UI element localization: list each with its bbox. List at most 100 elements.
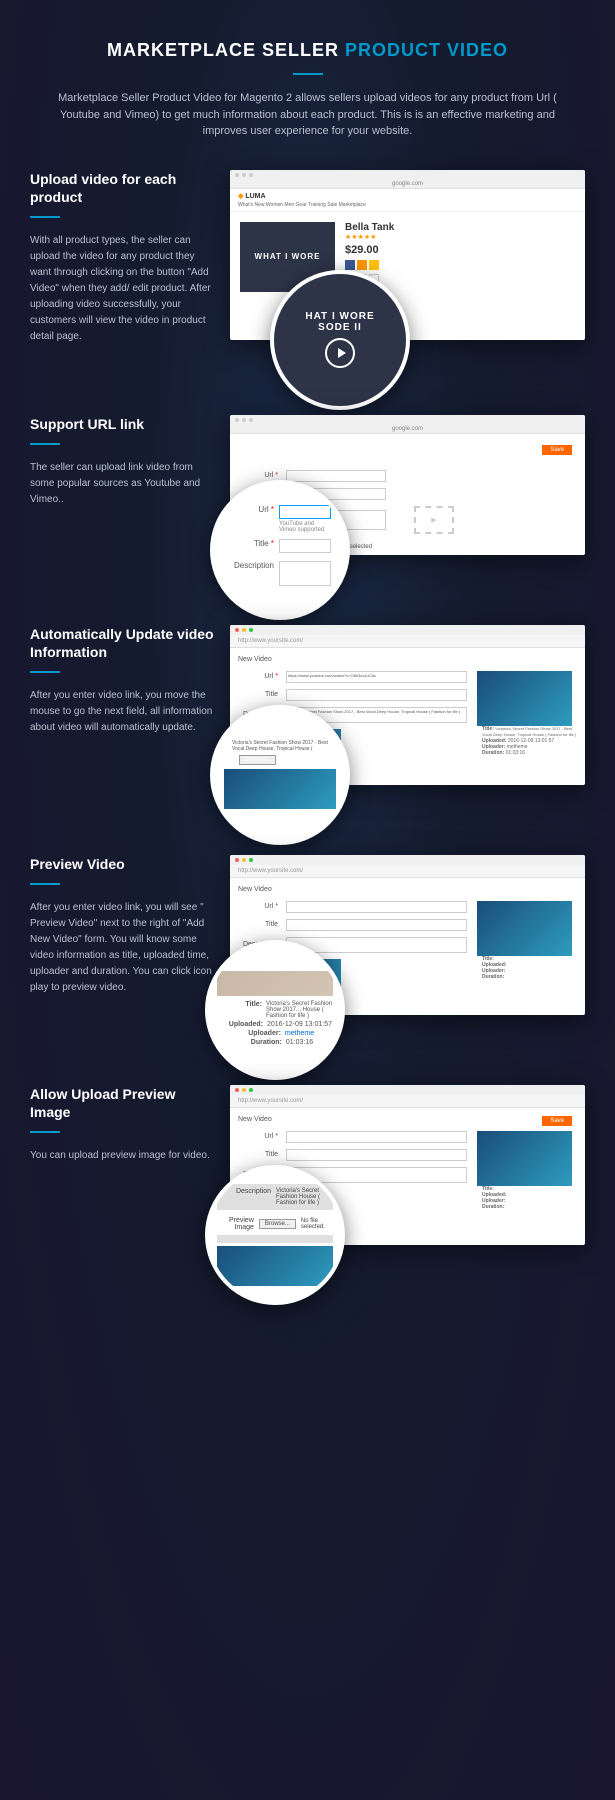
page-title: MARKETPLACE SELLER PRODUCT VIDEO bbox=[30, 40, 585, 61]
section-desc: After you enter video link, you move the… bbox=[30, 688, 215, 736]
feature-section: Allow Upload Preview Image You can uploa… bbox=[30, 1085, 585, 1245]
divider-icon bbox=[30, 443, 60, 445]
title-input[interactable] bbox=[286, 1149, 467, 1161]
product-name: Bella Tank bbox=[345, 222, 575, 233]
browser-bar bbox=[230, 415, 585, 425]
intro-text: Marketplace Seller Product Video for Mag… bbox=[30, 90, 585, 140]
file-status: No file selected. bbox=[301, 1218, 329, 1230]
url-input[interactable] bbox=[279, 505, 331, 519]
overlay-text: HAT I WORE bbox=[305, 311, 374, 322]
url-bar: http://www.yoursite.com/ bbox=[230, 635, 585, 648]
section-title: Upload video for each product bbox=[30, 170, 215, 206]
url-input[interactable] bbox=[286, 470, 386, 482]
video-meta: Title: Uploaded: Uploader: Duration: bbox=[477, 956, 577, 980]
divider-icon bbox=[30, 883, 60, 885]
video-preview[interactable] bbox=[477, 671, 572, 726]
section-title: Preview Video bbox=[30, 855, 215, 873]
preview-thumb bbox=[217, 1246, 333, 1286]
title-input[interactable] bbox=[286, 689, 467, 701]
url-input[interactable] bbox=[286, 1131, 467, 1143]
feature-section: Preview Video After you enter video link… bbox=[30, 855, 585, 1015]
meta-value: metheme bbox=[285, 1030, 314, 1037]
section-title: Allow Upload Preview Image bbox=[30, 1085, 215, 1121]
divider-icon bbox=[293, 73, 323, 75]
preview-thumb bbox=[217, 971, 333, 996]
url-bar: google.com bbox=[230, 425, 585, 434]
nav-menu: What's New Women Men Gear Training Sale … bbox=[238, 202, 577, 208]
form-label: Description bbox=[221, 1188, 271, 1206]
meta-label: Title: bbox=[217, 1001, 262, 1019]
form-label: Description bbox=[229, 561, 274, 570]
section-title: Support URL link bbox=[30, 415, 215, 433]
url-input[interactable] bbox=[286, 901, 467, 913]
browse-button[interactable]: Browse... bbox=[259, 1219, 296, 1229]
video-preview[interactable] bbox=[477, 1131, 572, 1186]
logo-icon: ◆ bbox=[238, 193, 243, 200]
overlay-text: SODE II bbox=[318, 322, 362, 333]
page-heading: New Video bbox=[238, 1116, 577, 1123]
zoom-circle: Victoria's Secret Fashion Show 2017 - Be… bbox=[210, 705, 350, 845]
section-title: Automatically Update video Information bbox=[30, 625, 215, 661]
form-label: Url * bbox=[238, 472, 278, 479]
star-rating-icon: ★★★★★ bbox=[345, 233, 575, 241]
url-bar: http://www.yoursite.com/ bbox=[230, 865, 585, 878]
product-price: $29.00 bbox=[345, 244, 575, 256]
title-part1: MARKETPLACE SELLER bbox=[107, 40, 339, 60]
form-label: Url * bbox=[238, 903, 278, 910]
meta-label: Duration: bbox=[237, 1039, 282, 1046]
save-button[interactable]: Save bbox=[542, 1116, 572, 1126]
feature-section: Support URL link The seller can upload l… bbox=[30, 415, 585, 555]
form-label: Title bbox=[238, 921, 278, 928]
form-label: Url * bbox=[238, 673, 278, 680]
section-desc: With all product types, the seller can u… bbox=[30, 233, 215, 345]
save-button[interactable]: Save bbox=[542, 445, 572, 455]
store-navbar: ◆ LUMA What's New Women Men Gear Trainin… bbox=[230, 189, 585, 212]
feature-section: Automatically Update video Information A… bbox=[30, 625, 585, 785]
form-label: Title * bbox=[229, 539, 274, 548]
meta-label: Uploader: bbox=[236, 1030, 281, 1037]
page-header: MARKETPLACE SELLER PRODUCT VIDEO Marketp… bbox=[30, 40, 585, 140]
video-meta: Title: Victoria's Secret Fashion Show 20… bbox=[477, 726, 577, 756]
color-swatches[interactable] bbox=[345, 260, 575, 270]
form-label: Title bbox=[238, 691, 278, 698]
page-heading: New Video bbox=[238, 656, 577, 663]
form-label: Preview Image bbox=[221, 1217, 254, 1231]
divider-icon bbox=[30, 671, 60, 673]
url-bar: google.com bbox=[230, 180, 585, 189]
title-input[interactable] bbox=[279, 539, 331, 553]
section-desc: The seller can upload link video from so… bbox=[30, 460, 215, 508]
video-meta: Title:Uploaded:Uploader:Duration: bbox=[477, 1186, 577, 1210]
input-hint: YouTube and Vimeo supported bbox=[279, 521, 331, 533]
browser-bar bbox=[230, 855, 585, 865]
page-heading: New Video bbox=[238, 886, 577, 893]
title-input[interactable] bbox=[286, 919, 467, 931]
desc-value: Victoria's Secret Fashion House ( Fashio… bbox=[276, 1188, 329, 1206]
browser-bar bbox=[230, 1085, 585, 1095]
divider-icon bbox=[30, 216, 60, 218]
zoom-circle: Title:Victoria's Secret Fashion Show 201… bbox=[205, 940, 345, 1080]
video-placeholder-icon: ▶ bbox=[414, 506, 454, 534]
play-icon[interactable] bbox=[325, 338, 355, 368]
title-part2: PRODUCT VIDEO bbox=[345, 40, 508, 60]
zoom-circle: Description Victoria's Secret Fashion Ho… bbox=[205, 1165, 345, 1305]
meta-label: Uploaded: bbox=[218, 1021, 263, 1028]
meta-value: 2016-12-09 13:01:57 bbox=[267, 1021, 332, 1028]
feature-section: Upload video for each product With all p… bbox=[30, 170, 585, 345]
url-bar: http://www.yoursite.com/ bbox=[230, 1095, 585, 1108]
meta-value: Victoria's Secret Fashion Show 2017... H… bbox=[266, 1001, 333, 1019]
file-status: No file selected bbox=[280, 757, 321, 763]
form-label: Url * bbox=[229, 505, 274, 514]
video-preview[interactable] bbox=[477, 901, 572, 956]
desc-input[interactable] bbox=[279, 561, 331, 586]
section-desc: After you enter video link, you will see… bbox=[30, 900, 215, 996]
url-input[interactable]: https://www.youtube.com/watch?v=O8h3cxJu… bbox=[286, 671, 467, 683]
preview-thumb bbox=[224, 769, 336, 809]
section-desc: You can upload preview image for video. bbox=[30, 1148, 215, 1164]
zoom-circle: HAT I WORE SODE II bbox=[270, 270, 410, 410]
browse-button[interactable]: Browse... bbox=[239, 755, 276, 765]
logo-text: LUMA bbox=[245, 193, 265, 200]
zoom-circle: Url * YouTube and Vimeo supported Title … bbox=[210, 480, 350, 620]
browser-bar bbox=[230, 625, 585, 635]
meta-value: 01:03:16 bbox=[286, 1039, 313, 1046]
browser-bar bbox=[230, 170, 585, 180]
